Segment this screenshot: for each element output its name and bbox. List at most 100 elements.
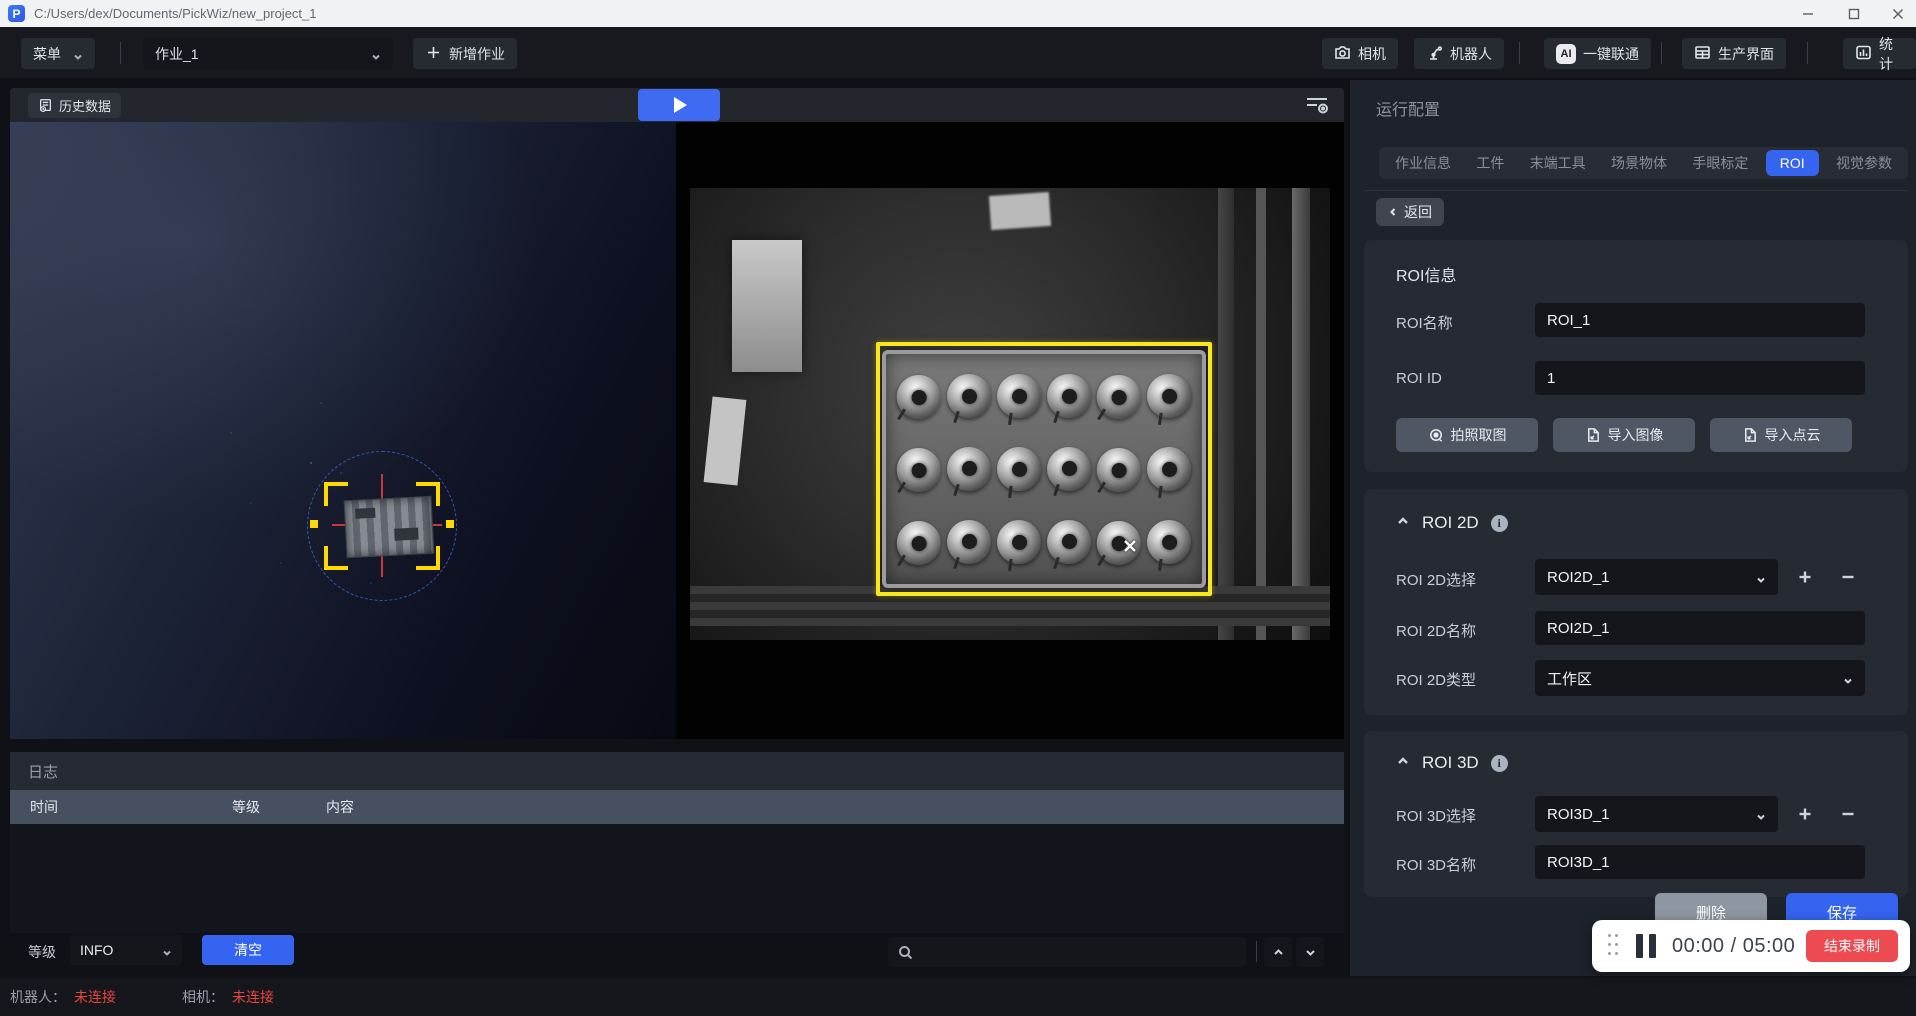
tab-hand-eye-calib[interactable]: 手眼标定 bbox=[1684, 149, 1756, 177]
back-button[interactable]: 返回 bbox=[1376, 198, 1444, 226]
window-title-path: C:/Users/dex/Documents/PickWiz/new_proje… bbox=[34, 6, 317, 21]
tab-roi[interactable]: ROI bbox=[1766, 150, 1819, 176]
pointcloud-view[interactable] bbox=[10, 122, 676, 739]
ai-link-button[interactable]: AI 一键联通 bbox=[1544, 38, 1651, 69]
log-clear-button[interactable]: 清空 bbox=[202, 935, 294, 965]
maximize-button[interactable] bbox=[1834, 0, 1874, 27]
camera-image bbox=[690, 188, 1330, 640]
import-file-icon bbox=[1585, 427, 1601, 443]
roi-2d-add-button[interactable] bbox=[1792, 564, 1818, 590]
menu-button[interactable]: 菜单 bbox=[21, 38, 95, 69]
roi-2d-name-value: ROI2D_1 bbox=[1547, 620, 1610, 637]
collapse-chevron-icon[interactable] bbox=[1396, 514, 1410, 533]
search-divider bbox=[1256, 941, 1257, 962]
roi-2d-name-input[interactable]: ROI2D_1 bbox=[1535, 611, 1865, 645]
tab-end-tool[interactable]: 末端工具 bbox=[1522, 149, 1594, 177]
roi-2d-type-select[interactable]: 工作区 bbox=[1535, 660, 1865, 696]
panel-divider bbox=[1364, 190, 1908, 191]
search-prev-button[interactable] bbox=[1264, 937, 1292, 967]
roi-3d-select[interactable]: ROI3D_1 bbox=[1535, 796, 1778, 832]
frame-bar bbox=[1292, 188, 1310, 640]
add-job-button[interactable]: 新增作业 bbox=[413, 38, 517, 69]
tab-workpiece[interactable]: 工件 bbox=[1468, 149, 1512, 177]
log-search-input[interactable] bbox=[888, 937, 1246, 967]
history-data-label: 历史数据 bbox=[59, 96, 111, 115]
roi-2d-header: ROI 2D i bbox=[1396, 513, 1508, 533]
chevron-down-icon bbox=[1305, 947, 1316, 958]
collapse-chevron-icon[interactable] bbox=[1396, 754, 1410, 773]
roi-2d-remove-button[interactable] bbox=[1835, 564, 1861, 590]
roi-id-input[interactable]: 1 bbox=[1535, 361, 1865, 395]
history-icon bbox=[38, 98, 53, 113]
production-ui-button[interactable]: 生产界面 bbox=[1682, 38, 1786, 69]
robot-status-label: 机器人： bbox=[10, 987, 66, 1007]
import-pointcloud-button[interactable]: 导入点云 bbox=[1710, 418, 1852, 452]
log-clear-label: 清空 bbox=[234, 940, 262, 960]
stats-button-label: 统计 bbox=[1879, 34, 1904, 74]
maximize-icon bbox=[1848, 8, 1860, 20]
roi-3d-name-input[interactable]: ROI3D_1 bbox=[1535, 845, 1865, 879]
frame-bar bbox=[1218, 188, 1234, 640]
bar-chart-icon bbox=[1855, 44, 1872, 64]
frame-bar bbox=[1256, 188, 1266, 640]
log-col-content: 内容 bbox=[326, 797, 354, 817]
drag-handle[interactable] bbox=[1608, 934, 1618, 958]
camera-view[interactable] bbox=[676, 122, 1344, 739]
tab-job-info[interactable]: 作业信息 bbox=[1387, 149, 1459, 177]
status-bar: 机器人： 未连接 相机： 未连接 bbox=[0, 978, 1916, 1016]
chevron-down-icon bbox=[1843, 673, 1853, 683]
camera-button-label: 相机 bbox=[1358, 44, 1386, 64]
recording-time: 00:00 / 05:00 bbox=[1672, 935, 1795, 958]
roi-3d-name-value: ROI3D_1 bbox=[1547, 854, 1610, 871]
chevron-down-icon bbox=[371, 49, 381, 59]
ai-link-label: 一键联通 bbox=[1583, 44, 1639, 64]
ai-icon: AI bbox=[1556, 44, 1576, 64]
job-select[interactable]: 作业_1 bbox=[143, 38, 393, 69]
roi-2d-rectangle[interactable] bbox=[876, 342, 1212, 596]
log-level-select[interactable]: INFO bbox=[70, 935, 182, 965]
capture-image-button[interactable]: 拍照取图 bbox=[1396, 418, 1538, 452]
camera-button[interactable]: 相机 bbox=[1322, 38, 1398, 69]
stop-recording-button[interactable]: 结束录制 bbox=[1806, 930, 1898, 962]
roi-3d-remove-button[interactable] bbox=[1835, 801, 1861, 827]
minimize-button[interactable] bbox=[1788, 0, 1828, 27]
view-settings-button[interactable] bbox=[1304, 95, 1330, 115]
robot-button[interactable]: 机器人 bbox=[1414, 38, 1504, 69]
import-image-button[interactable]: 导入图像 bbox=[1553, 418, 1695, 452]
close-button[interactable] bbox=[1878, 0, 1916, 27]
back-label: 返回 bbox=[1404, 202, 1432, 222]
roi-3d-name-label: ROI 3D名称 bbox=[1396, 854, 1476, 875]
search-next-button[interactable] bbox=[1296, 937, 1324, 967]
tab-vision-params[interactable]: 视觉参数 bbox=[1828, 149, 1900, 177]
chevron-down-icon bbox=[1756, 572, 1766, 582]
roi-2d-name-label: ROI 2D名称 bbox=[1396, 620, 1476, 641]
stats-button[interactable]: 统计 bbox=[1843, 38, 1916, 69]
roi-2d-select[interactable]: ROI2D_1 bbox=[1535, 559, 1778, 595]
log-table-body[interactable] bbox=[10, 824, 1344, 933]
roi-3d-select-value: ROI3D_1 bbox=[1547, 806, 1610, 823]
history-data-button[interactable]: 历史数据 bbox=[28, 93, 121, 118]
roi-id-label: ROI ID bbox=[1396, 370, 1442, 387]
recording-widget: 00:00 / 05:00 结束录制 bbox=[1592, 920, 1910, 972]
run-play-button[interactable] bbox=[638, 89, 720, 121]
roi-3d-select-label: ROI 3D选择 bbox=[1396, 805, 1476, 826]
import-pointcloud-label: 导入点云 bbox=[1765, 425, 1821, 445]
toolbar-divider bbox=[1519, 42, 1520, 64]
log-col-time: 时间 bbox=[30, 797, 232, 817]
capture-image-label: 拍照取图 bbox=[1451, 425, 1507, 445]
robot-button-label: 机器人 bbox=[1450, 44, 1492, 64]
info-icon[interactable]: i bbox=[1491, 515, 1508, 532]
log-table-header: 时间 等级 内容 bbox=[10, 790, 1344, 824]
chevron-left-icon bbox=[1388, 207, 1398, 217]
part-detail bbox=[394, 527, 419, 540]
pause-button[interactable] bbox=[1636, 934, 1656, 958]
camera-bg-blob bbox=[704, 396, 747, 485]
tab-scene-object[interactable]: 场景物体 bbox=[1603, 149, 1675, 177]
title-bar: P C:/Users/dex/Documents/PickWiz/new_pro… bbox=[0, 0, 1916, 27]
roi-3d-add-button[interactable] bbox=[1792, 801, 1818, 827]
pointcloud-points bbox=[310, 462, 312, 464]
roi-info-title: ROI信息 bbox=[1396, 262, 1456, 286]
roi-bracket-top-right bbox=[416, 482, 440, 506]
roi-name-input[interactable]: ROI_1 bbox=[1535, 303, 1865, 337]
info-icon[interactable]: i bbox=[1491, 755, 1508, 772]
